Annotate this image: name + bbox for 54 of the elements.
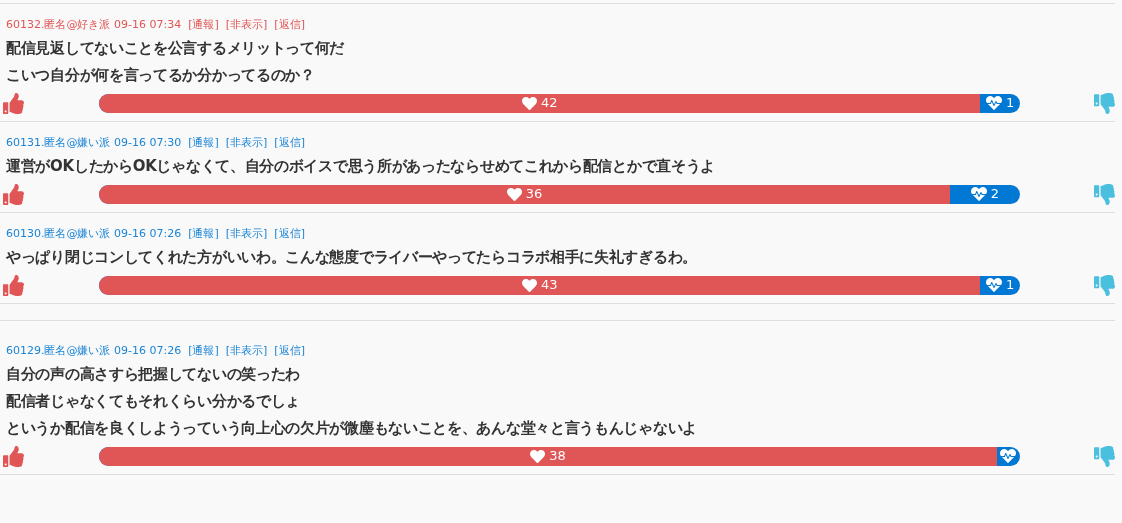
likes-count: 42 <box>540 94 558 113</box>
heartbeat-icon <box>986 277 1003 293</box>
heart-icon <box>506 186 522 202</box>
dislikes-count: 1 <box>1006 276 1015 295</box>
comment-meta: 60132.匿名@好き派 09-16 07:34 <box>6 17 182 33</box>
comment-text: 配信者じゃなくてもそれくらい分かるでしょ <box>6 391 301 412</box>
thumbs-down-icon <box>1094 274 1115 296</box>
action-link[interactable]: [返信] <box>274 343 305 359</box>
thumbs-up-icon <box>3 92 24 114</box>
thumbs-up-icon <box>3 274 24 296</box>
likes-count: 43 <box>540 276 558 295</box>
comment-text: 配信見返してないことを公言するメリットって何だ <box>6 38 346 59</box>
action-link[interactable]: [返信] <box>274 226 305 242</box>
thumbs-down-icon <box>1094 183 1115 205</box>
dislike-button[interactable] <box>1094 445 1115 467</box>
likes-count: 38 <box>549 447 566 466</box>
thumbs-up-icon <box>3 445 24 467</box>
action-link[interactable]: [非表示] <box>225 343 268 359</box>
comment-meta: 60131.匿名@嫌い派 09-16 07:30 <box>6 135 182 151</box>
heartbeat-icon <box>970 186 987 202</box>
like-button[interactable] <box>3 183 24 205</box>
heart-icon <box>521 277 537 293</box>
comment-text: というか配信を良くしようっていう向上心の欠片が微塵もないことを、あんな堂々と言うもんじゃないよ <box>6 418 698 439</box>
comment-text: 自分の声の高さすら把握してないの笑ったわ <box>6 364 301 385</box>
heart-icon <box>530 448 546 464</box>
action-link[interactable]: [非表示] <box>225 135 268 151</box>
thumbs-down-icon <box>1094 445 1115 467</box>
dislike-button[interactable] <box>1094 183 1115 205</box>
action-link[interactable]: [非表示] <box>225 17 268 33</box>
dislike-button[interactable] <box>1094 92 1115 114</box>
action-link[interactable]: [非表示] <box>225 226 268 242</box>
dislike-button[interactable] <box>1094 274 1115 296</box>
action-link[interactable]: [返信] <box>274 17 305 33</box>
comment-meta: 60129.匿名@嫌い派 09-16 07:26 <box>6 343 182 359</box>
comment-meta: 60130.匿名@嫌い派 09-16 07:26 <box>6 226 182 242</box>
action-link[interactable]: [通報] <box>188 343 219 359</box>
likes-count: 36 <box>525 185 543 204</box>
thumbs-up-icon <box>3 183 24 205</box>
action-link[interactable]: [通報] <box>188 17 219 33</box>
action-link[interactable]: [通報] <box>188 135 219 151</box>
dislikes-count: 2 <box>990 185 1000 204</box>
comment-text: 運営がOKしたからOKじゃなくて、自分のボイスで思う所があったならせめてこれから配信とかで直そうよ <box>6 156 717 177</box>
action-link[interactable]: [通報] <box>188 226 219 242</box>
dislikes-count: 1 <box>1006 94 1015 113</box>
heartbeat-icon <box>986 95 1003 111</box>
comment-text: こいつ自分が何を言ってるか分かってるのか？ <box>6 65 316 86</box>
heart-icon <box>521 95 537 111</box>
like-button[interactable] <box>3 92 24 114</box>
like-button[interactable] <box>3 274 24 296</box>
action-link[interactable]: [返信] <box>274 135 305 151</box>
heartbeat-icon <box>1000 448 1017 464</box>
like-button[interactable] <box>3 445 24 467</box>
comment-text: やっぱり閉じコンしてくれた方がいいわ。こんな態度でライバーやってたらコラボ相手に失礼すぎるわ。 <box>6 247 698 268</box>
thumbs-down-icon <box>1094 92 1115 114</box>
